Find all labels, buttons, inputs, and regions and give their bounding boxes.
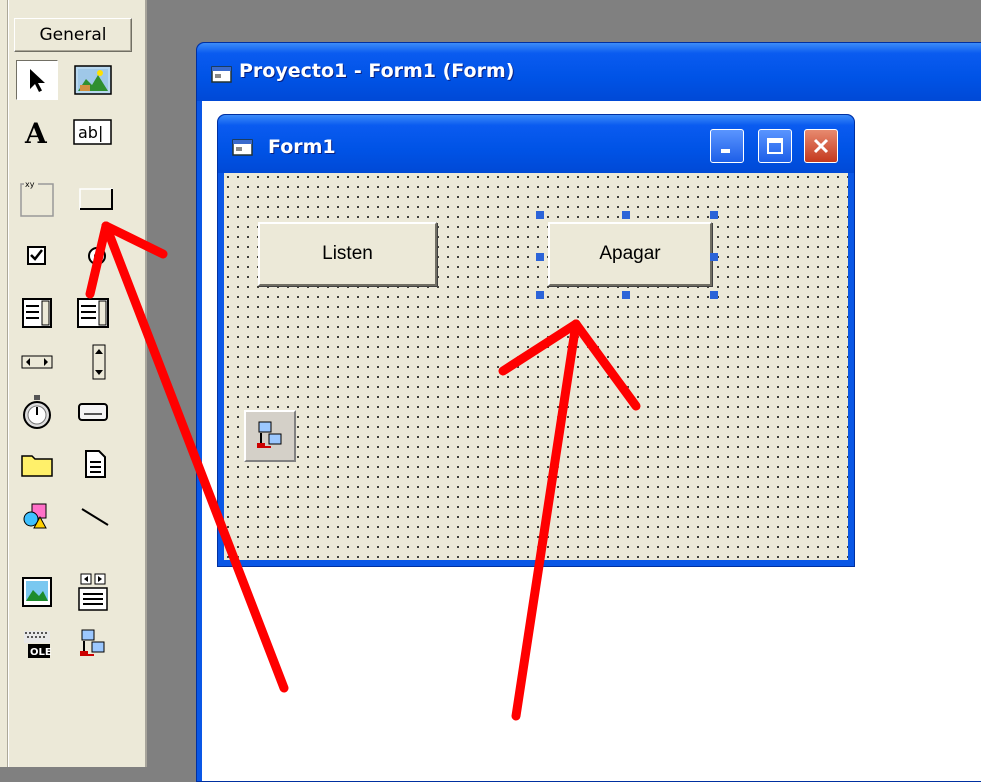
combobox-tool[interactable] <box>16 293 58 333</box>
maximize-icon <box>767 138 783 154</box>
optionbutton-tool-icon <box>88 247 106 265</box>
vscrollbar-tool-icon <box>92 344 106 380</box>
ide-screen: General A ab| xy OLE Proyecto1 - Form1 (… <box>0 0 981 782</box>
picturebox-tool-icon <box>74 65 112 95</box>
image-tool[interactable] <box>16 572 58 612</box>
textbox-tool[interactable]: ab| <box>72 112 114 152</box>
label-tool[interactable]: A <box>16 112 58 152</box>
selection-handle-top-left[interactable] <box>536 211 544 219</box>
toolbox-border-highlight <box>8 0 9 767</box>
winsock-tool[interactable] <box>72 624 114 664</box>
filelistbox-tool-icon <box>85 450 106 478</box>
optionbutton-tool[interactable] <box>76 236 118 276</box>
minimize-icon <box>721 149 730 153</box>
project-window-titlebar[interactable]: Proyecto1 - Form1 (Form) <box>197 43 981 101</box>
project-window-title: Proyecto1 - Form1 (Form) <box>239 60 515 82</box>
winsock-tool-icon <box>80 629 105 656</box>
commandbutton-tool-icon <box>79 188 113 210</box>
shape-tool[interactable] <box>16 496 58 536</box>
close-icon <box>813 138 829 154</box>
hscrollbar-tool-icon <box>21 355 53 369</box>
minimize-button[interactable] <box>710 129 744 163</box>
listbox-tool-icon <box>77 298 109 328</box>
listbox-tool[interactable] <box>72 293 114 333</box>
ole-tool-icon: OLE <box>24 631 52 658</box>
label-tool-icon: A <box>24 117 48 147</box>
form1-design-surface[interactable]: Listen Apagar <box>224 173 848 560</box>
dirlistbox-tool[interactable] <box>16 444 58 484</box>
ole-tool[interactable]: OLE <box>16 624 58 664</box>
textbox-tool-icon: ab| <box>73 119 112 145</box>
selection-handle-right[interactable] <box>710 253 718 261</box>
pointer-tool[interactable] <box>16 60 58 100</box>
form-window-icon <box>211 66 232 83</box>
form1-titlebar[interactable]: Form1 <box>218 115 854 173</box>
checkbox-tool-icon <box>27 246 46 265</box>
drivelistbox-tool[interactable] <box>72 392 114 432</box>
apagar-button[interactable]: Apagar <box>548 222 712 286</box>
drivelistbox-tool-icon <box>78 403 108 421</box>
selection-handle-bottom-left[interactable] <box>536 291 544 299</box>
filelistbox-tool[interactable] <box>74 444 116 484</box>
dirlistbox-tool-icon <box>21 455 53 477</box>
hscrollbar-tool[interactable] <box>16 342 58 382</box>
data-tool[interactable] <box>72 572 114 612</box>
form1-title: Form1 <box>268 136 336 158</box>
winsock-control[interactable] <box>244 410 296 462</box>
line-tool-icon <box>81 508 109 526</box>
form1-window: Form1 Listen Apagar <box>217 114 855 567</box>
vscrollbar-tool[interactable] <box>78 342 120 382</box>
form-window-icon <box>232 139 253 156</box>
toolbox-panel: General A ab| xy OLE <box>0 0 147 767</box>
close-button[interactable] <box>804 129 838 163</box>
winsock-icon <box>257 421 282 448</box>
svg-text:xy: xy <box>25 180 35 189</box>
line-tool[interactable] <box>74 496 116 536</box>
svg-text:ab|: ab| <box>78 123 103 142</box>
picturebox-tool[interactable] <box>72 60 114 100</box>
selection-handle-bottom-right[interactable] <box>710 291 718 299</box>
selection-handle-top[interactable] <box>622 211 630 219</box>
svg-text:A: A <box>24 117 48 147</box>
frame-tool-icon: xy <box>20 180 54 217</box>
pointer-tool-icon <box>30 69 45 92</box>
shape-tool-icon <box>23 503 47 529</box>
svg-text:OLE: OLE <box>30 647 52 658</box>
image-tool-icon <box>22 577 52 607</box>
frame-tool[interactable]: xy <box>16 178 58 218</box>
selection-handle-bottom[interactable] <box>622 291 630 299</box>
maximize-button[interactable] <box>758 129 792 163</box>
checkbox-tool[interactable] <box>16 236 58 276</box>
data-tool-icon <box>78 573 108 611</box>
commandbutton-tool[interactable] <box>76 178 118 218</box>
listen-button[interactable]: Listen <box>258 222 437 286</box>
timer-tool[interactable] <box>16 392 58 432</box>
selection-handle-left[interactable] <box>536 253 544 261</box>
combobox-tool-icon <box>22 298 52 328</box>
toolbox-tab-general[interactable]: General <box>14 18 132 52</box>
timer-tool-icon <box>23 395 51 429</box>
selection-handle-top-right[interactable] <box>710 211 718 219</box>
